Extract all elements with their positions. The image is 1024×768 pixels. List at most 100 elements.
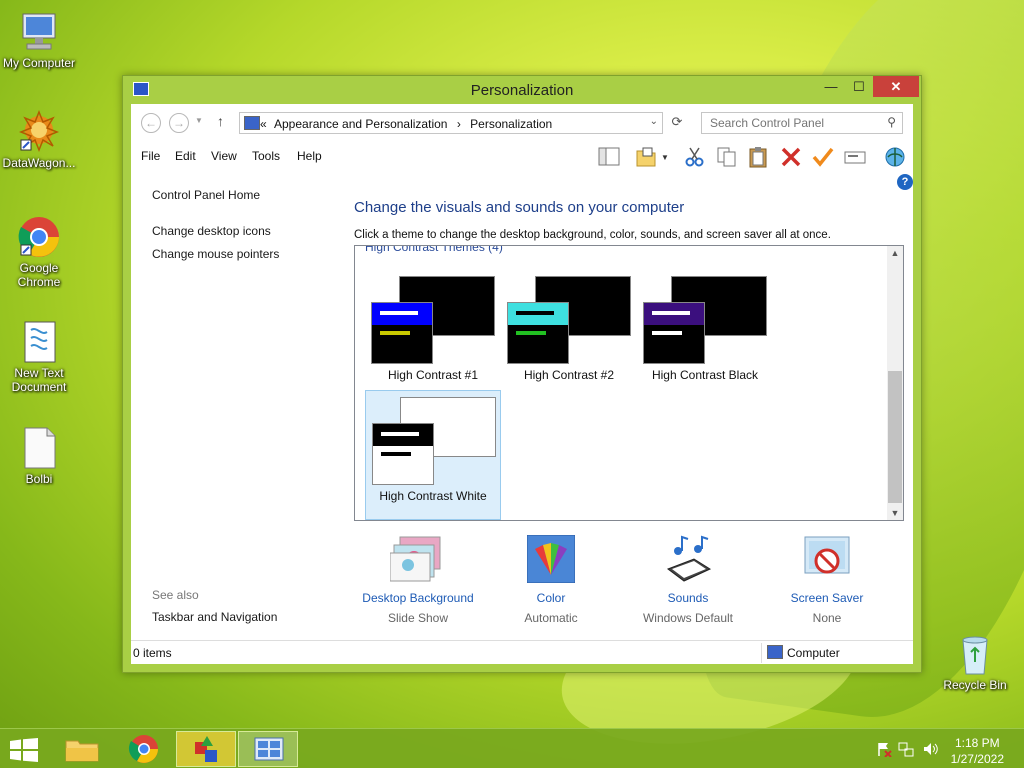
preview-pane-icon[interactable] <box>597 146 621 168</box>
delete-icon[interactable] <box>779 146 803 168</box>
desktop-background-link[interactable]: Desktop Background <box>343 591 493 605</box>
search-input[interactable] <box>702 113 872 133</box>
control-panel-small-icon <box>244 116 260 130</box>
status-item-count: 0 items <box>133 646 172 660</box>
file-explorer-icon <box>65 740 99 762</box>
up-arrow-icon[interactable]: ↑ <box>217 113 224 129</box>
screen-saver-link[interactable]: Screen Saver <box>752 591 902 605</box>
desktop-background-value: Slide Show <box>387 611 449 625</box>
breadcrumb: « Appearance and Personalization › Perso… <box>260 117 552 131</box>
breadcrumb-overflow[interactable]: « <box>260 117 267 131</box>
start-button[interactable] <box>10 738 38 762</box>
address-dropdown-icon[interactable]: ⌄ <box>650 116 658 127</box>
theme-label: High Contrast #1 <box>387 368 479 382</box>
scrollbar-thumb[interactable] <box>888 371 902 503</box>
minimize-button[interactable]: — <box>817 76 845 97</box>
color-link[interactable]: Color <box>476 591 626 605</box>
theme-high-contrast-1[interactable]: High Contrast #1 <box>365 270 501 400</box>
globe-icon[interactable] <box>883 146 907 168</box>
recent-pages-chevron-icon[interactable]: ▼ <box>195 116 203 125</box>
rename-icon[interactable] <box>843 146 867 168</box>
theme-preview-front <box>371 302 433 364</box>
network-icon[interactable] <box>898 741 914 757</box>
taskbar-shapes-app[interactable] <box>176 731 236 767</box>
personalization-window: Personalization — ☐ ✕ ← → ▼ ↑ « Appearan… <box>122 75 922 673</box>
text-document-icon <box>17 320 61 364</box>
close-button[interactable]: ✕ <box>873 76 919 97</box>
menu-edit[interactable]: Edit <box>175 149 196 163</box>
status-bar: 0 items Computer <box>131 640 913 664</box>
address-bar[interactable]: « Appearance and Personalization › Perso… <box>239 112 663 134</box>
volume-icon[interactable] <box>922 741 938 757</box>
back-button[interactable]: ← <box>141 113 161 133</box>
theme-list-scrollbar[interactable]: ▲ ▼ <box>887 246 903 520</box>
change-mouse-pointers-link[interactable]: Change mouse pointers <box>152 247 279 261</box>
clock-date: 1/27/2022 <box>950 752 1004 766</box>
taskbar-chrome[interactable] <box>114 731 174 767</box>
sounds-value: Windows Default <box>642 611 734 625</box>
scroll-down-icon[interactable]: ▼ <box>887 508 903 518</box>
theme-preview-front <box>372 423 434 485</box>
change-desktop-icons-link[interactable]: Change desktop icons <box>152 224 271 238</box>
search-box[interactable]: ⚲ <box>701 112 903 134</box>
maximize-button[interactable]: ☐ <box>845 76 873 97</box>
color-value: Automatic <box>524 611 578 625</box>
scroll-up-icon[interactable]: ▲ <box>887 248 903 258</box>
search-icon[interactable]: ⚲ <box>887 115 896 129</box>
recycle-bin-icon <box>953 632 997 676</box>
refresh-icon[interactable]: ⟳ <box>667 114 687 134</box>
control-panel-icon <box>254 737 284 761</box>
desktop-icon-datawagon[interactable]: DataWagon... <box>0 109 78 170</box>
status-location: Computer <box>787 646 840 660</box>
paste-icon[interactable] <box>747 146 771 168</box>
desktop-icon-bolbi[interactable]: Bolbi <box>0 426 78 486</box>
sounds-icon <box>664 535 712 583</box>
screen-saver-item[interactable]: Screen Saver None <box>752 535 902 625</box>
system-clock[interactable]: 1:18 PM 1/27/2022 <box>951 735 1004 767</box>
main-pane: Change the visuals and sounds on your co… <box>346 170 913 636</box>
screen-saver-icon <box>803 535 851 583</box>
properties-check-icon[interactable] <box>811 146 835 168</box>
color-icon <box>526 534 576 584</box>
taskbar-navigation-link[interactable]: Taskbar and Navigation <box>152 610 277 624</box>
breadcrumb-personalization[interactable]: Personalization <box>470 117 552 131</box>
window-title: Personalization <box>470 82 574 99</box>
copy-icon[interactable] <box>715 146 739 168</box>
theme-group-header[interactable]: High Contrast Themes (4) <box>365 246 503 254</box>
monitor-icon <box>17 10 61 54</box>
menu-view[interactable]: View <box>211 149 237 163</box>
theme-preview-front <box>643 302 705 364</box>
action-center-flag-icon[interactable] <box>876 741 892 758</box>
desktop-background-icon <box>389 535 442 583</box>
cut-icon[interactable] <box>683 146 707 168</box>
theme-high-contrast-white[interactable]: High Contrast White <box>365 390 501 520</box>
desktop-icon-new-text-document[interactable]: New Text Document <box>0 320 78 394</box>
desktop-icon-google-chrome[interactable]: Google Chrome <box>0 215 78 289</box>
breadcrumb-appearance[interactable]: Appearance and Personalization <box>274 117 447 131</box>
desktop-icon-recycle-bin[interactable]: Recycle Bin <box>936 632 1014 692</box>
desktop-icon-my-computer[interactable]: My Computer <box>0 10 78 70</box>
theme-label: High Contrast White <box>379 489 487 503</box>
desktop-background-item[interactable]: Desktop Background Slide Show <box>343 535 493 625</box>
taskbar-control-panel[interactable] <box>238 731 298 767</box>
theme-high-contrast-black[interactable]: High Contrast Black <box>637 270 773 400</box>
taskbar: 1:18 PM 1/27/2022 <box>0 728 1024 768</box>
menu-tools[interactable]: Tools <box>252 149 280 163</box>
forward-button[interactable]: → <box>169 113 189 133</box>
sounds-link[interactable]: Sounds <box>613 591 763 605</box>
theme-label: High Contrast #2 <box>523 368 615 382</box>
taskbar-file-explorer[interactable] <box>52 731 112 767</box>
color-item[interactable]: Color Automatic <box>476 534 626 625</box>
chrome-icon <box>128 735 158 763</box>
breadcrumb-separator: › <box>456 117 461 131</box>
theme-high-contrast-2[interactable]: High Contrast #2 <box>501 270 637 400</box>
control-panel-home-link[interactable]: Control Panel Home <box>152 188 260 202</box>
title-bar[interactable]: Personalization — ☐ ✕ <box>123 76 921 104</box>
menu-help[interactable]: Help <box>297 149 322 163</box>
blank-file-icon <box>17 426 61 470</box>
folder-options-icon[interactable] <box>635 146 659 168</box>
menu-file[interactable]: File <box>141 149 160 163</box>
see-also-header: See also <box>152 588 199 602</box>
status-separator <box>761 643 762 663</box>
sounds-item[interactable]: Sounds Windows Default <box>613 535 763 625</box>
